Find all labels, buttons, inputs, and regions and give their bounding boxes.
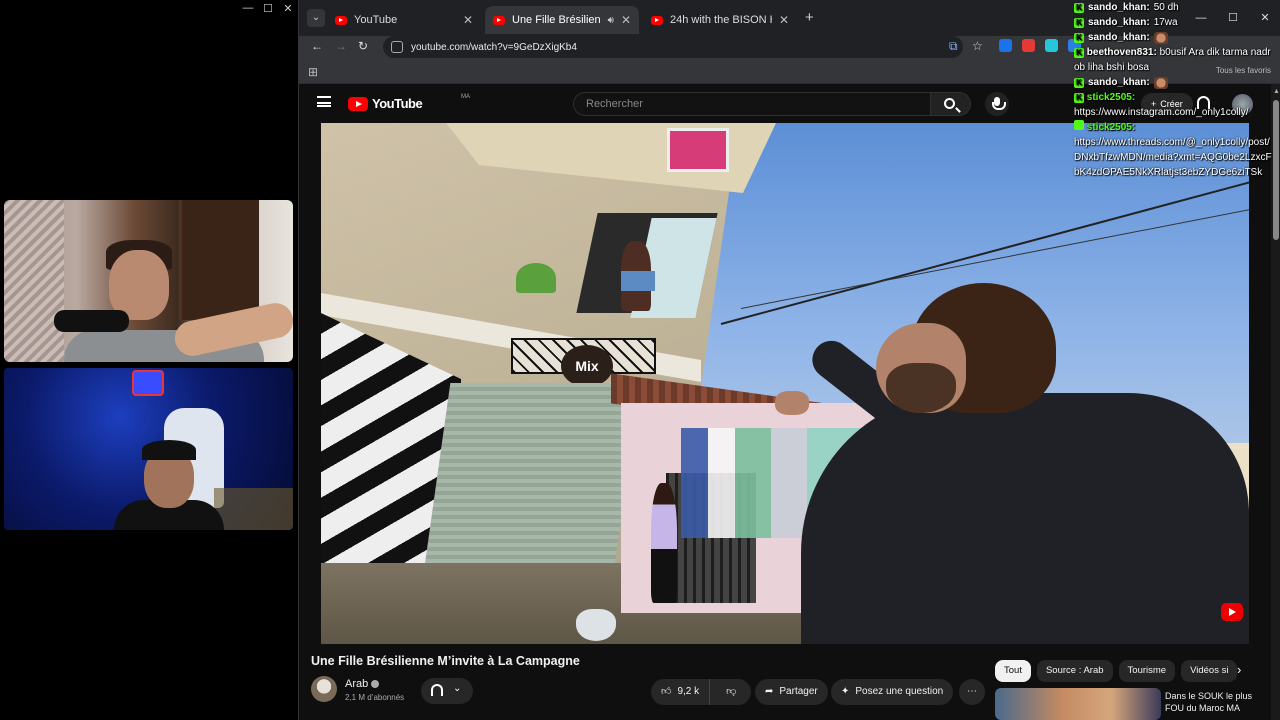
new-tab-button[interactable]: + <box>805 9 814 26</box>
tab-current-video[interactable]: Une Fille Brésilienne M’invit 🔊︎ ✕ <box>485 6 639 34</box>
back-icon[interactable]: ← <box>311 39 323 53</box>
kick-badge-icon: K <box>1074 93 1084 103</box>
youtube-play-icon <box>348 96 368 111</box>
share-icon: ➦ <box>765 686 774 697</box>
address-bar[interactable]: youtube.com/watch?v=9GeDzXigKb4 <box>383 36 963 58</box>
youtube-favicon-icon <box>493 15 505 25</box>
chip-similar[interactable]: Vidéos si <box>1181 660 1238 682</box>
tab-bison-horn[interactable]: 24h with the BISON HORN Trib ✕ <box>643 6 797 34</box>
site-info-icon[interactable] <box>391 41 403 53</box>
tab-label: YouTube <box>354 14 398 26</box>
left-window-controls: — ☐ ✕ <box>242 2 294 15</box>
apps-grid-icon[interactable]: ⊞ <box>308 65 318 79</box>
tab-label: Une Fille Brésilienne M’invit <box>512 14 601 26</box>
chat-message: K sando_khan: <box>1074 75 1274 90</box>
hamburger-menu-icon[interactable] <box>317 96 331 107</box>
recommended-title[interactable]: Dans le SOUK le plus FOU du Maroc MA <box>1165 690 1265 714</box>
close-tab-icon[interactable]: ✕ <box>779 13 789 27</box>
extension-icon[interactable] <box>1045 39 1058 52</box>
kick-badge-icon: K <box>1074 48 1084 58</box>
extension-icon[interactable] <box>1022 39 1035 52</box>
more-actions-button[interactable]: ⋯ <box>959 679 985 705</box>
thumbs-up-icon: 👍︎ <box>661 686 672 697</box>
extensions-row <box>999 39 1081 52</box>
chat-message: K sando_khan: <box>1074 30 1274 45</box>
thumbs-down-icon: 👎︎ <box>726 686 737 697</box>
tab-search-button[interactable]: ⌄ <box>307 9 325 27</box>
channel-name[interactable]: Arab <box>345 678 380 690</box>
channel-avatar[interactable] <box>311 676 337 702</box>
chat-overlay: K sando_khan: 50 dh K sando_khan: 17wa K s… <box>1074 0 1274 180</box>
kick-badge-icon: K <box>1074 17 1084 28</box>
close-tab-icon[interactable]: ✕ <box>621 13 631 27</box>
youtube-watermark-icon[interactable] <box>1221 603 1243 621</box>
close-button[interactable]: ✕ <box>282 2 294 15</box>
subscription-bell-button[interactable]: ⌄ <box>421 678 473 704</box>
like-dislike-group: 👍︎ 9,2 k 👎︎ <box>651 679 751 705</box>
chat-message: stick2505: https://www.threads.com/@_onl… <box>1074 120 1272 178</box>
search-input[interactable]: Rechercher <box>573 92 931 116</box>
dislike-button[interactable]: 👎︎ <box>716 679 746 705</box>
chevron-down-icon: ⌄ <box>453 683 462 694</box>
emote-icon <box>1153 76 1168 89</box>
bookmark-star-icon[interactable]: ☆ <box>972 39 983 53</box>
youtube-favicon-icon <box>651 15 663 25</box>
video-title: Une Fille Brésilienne M’invite à La Camp… <box>311 654 580 668</box>
youtube-favicon-icon <box>335 15 347 25</box>
bell-icon <box>431 684 443 696</box>
green-badge-icon <box>1074 120 1084 130</box>
screen: — ☐ ✕ ⌄ YouTube ✕ Une Fille Brésilienne … <box>0 0 1280 720</box>
chip-source[interactable]: Source : Arab <box>1036 660 1113 682</box>
chip-all[interactable]: Tout <box>995 660 1031 682</box>
like-button[interactable]: 👍︎ 9,2 k <box>651 679 711 705</box>
kick-badge-icon: K <box>1074 32 1084 43</box>
speaker-icon[interactable]: 🔊︎ <box>608 15 614 26</box>
recommendation-chips: Tout Source : Arab Tourisme Vidéos si <box>995 660 1238 682</box>
chip-tourism[interactable]: Tourisme <box>1118 660 1176 682</box>
forward-icon[interactable]: → <box>335 39 347 53</box>
extension-icon[interactable] <box>999 39 1012 52</box>
kick-badge-icon: K <box>1074 2 1084 13</box>
stream-cam-panel: — ☐ ✕ <box>0 0 298 720</box>
webcam-streamer-1 <box>4 200 293 362</box>
reload-icon[interactable]: ↻ <box>358 39 368 53</box>
search-icon <box>944 98 955 109</box>
more-icon: ⋯ <box>967 686 977 697</box>
chevron-right-icon[interactable]: › <box>1237 662 1241 677</box>
scroll-up-arrow-icon[interactable]: ▲ <box>1273 88 1280 95</box>
chat-message: K sando_khan: 50 dh <box>1074 0 1274 15</box>
url-text: youtube.com/watch?v=9GeDzXigKb4 <box>411 41 577 53</box>
share-button[interactable]: ➦ Partager <box>755 679 828 705</box>
chat-message: K stick2505: https://www.instagram.com/_… <box>1074 92 1249 118</box>
ask-question-button[interactable]: ✦ Posez une question <box>831 679 954 705</box>
sparkle-icon: ✦ <box>841 686 850 697</box>
tab-label: 24h with the BISON HORN Trib <box>670 14 772 26</box>
tab-youtube[interactable]: YouTube ✕ <box>327 6 481 34</box>
minimize-button[interactable]: — <box>242 2 254 15</box>
emote-icon <box>1153 31 1168 44</box>
youtube-logo[interactable]: YouTube MA <box>348 94 470 111</box>
install-app-icon[interactable]: ⧉ <box>949 39 958 54</box>
webcam-streamer-2 <box>4 368 293 530</box>
chat-message: K sando_khan: 17wa <box>1074 15 1274 30</box>
voice-search-icon[interactable] <box>985 92 1009 116</box>
store-logo: Mix <box>561 345 613 387</box>
window <box>667 128 729 172</box>
recommended-thumbnail[interactable] <box>995 688 1161 720</box>
subscriber-count: 2,1 M d’abonnés <box>345 693 405 702</box>
chat-message: K beethoven831: b0usif Ara dik tarma nad… <box>1074 47 1271 73</box>
kick-badge-icon: K <box>1074 77 1084 88</box>
verified-icon <box>371 680 380 688</box>
close-tab-icon[interactable]: ✕ <box>463 13 473 27</box>
search-button[interactable] <box>931 92 971 116</box>
video-player[interactable]: Mix <box>321 123 1249 644</box>
maximize-button[interactable]: ☐ <box>262 2 274 15</box>
